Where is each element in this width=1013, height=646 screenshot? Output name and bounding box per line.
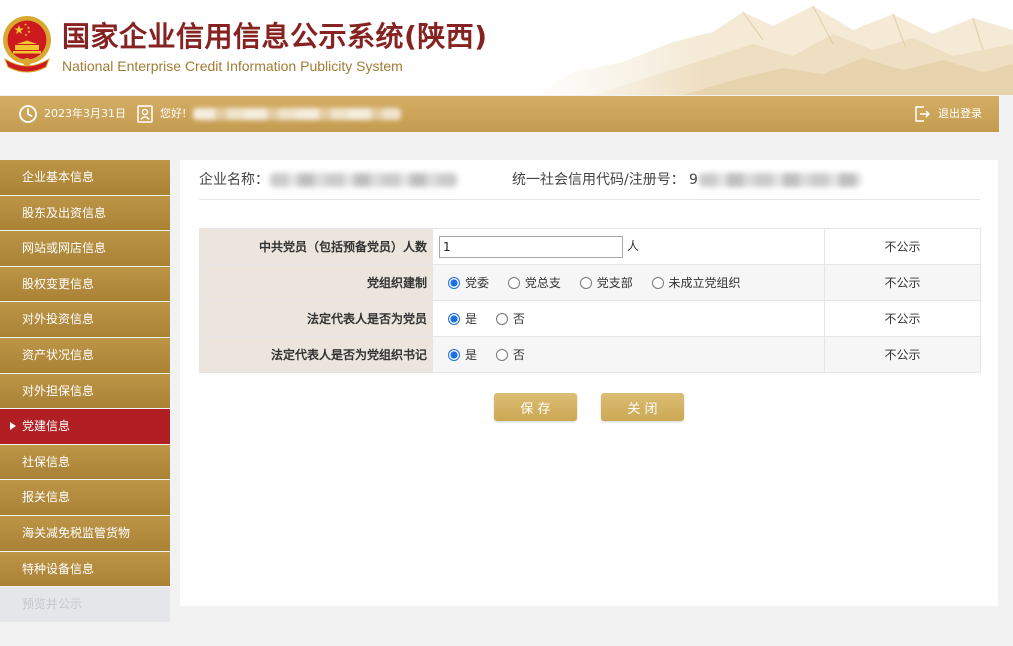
form-row-rep-is-member: 法定代表人是否为党员 是 否 不公示 — [199, 300, 981, 337]
close-button[interactable]: 关 闭 — [601, 393, 684, 421]
unit-label: 人 — [627, 239, 640, 253]
header-mountain-decoration — [533, 0, 1013, 95]
site-title: 国家企业信用信息公示系统(陕西) — [62, 20, 488, 53]
option-yes[interactable]: 是 — [448, 346, 477, 363]
sidebar-item-label: 社保信息 — [22, 454, 71, 469]
sidebar-item-assets[interactable]: 资产状况信息 — [0, 337, 170, 373]
field-value: 人 — [432, 228, 825, 265]
greeting-text: 您好! — [160, 107, 187, 120]
form-row-party-organization: 党组织建制 党委 党总支 党支部 未成立党组织 不公示 — [199, 264, 981, 301]
redacted-credit-code — [699, 173, 861, 187]
sidebar-item-preview-publish: 预览并公示 — [0, 587, 170, 622]
user-icon — [137, 105, 153, 123]
option-label: 是 — [465, 348, 478, 362]
sidebar-item-label: 网站或网店信息 — [22, 241, 107, 256]
field-label: 中共党员（包括预备党员）人数 — [199, 228, 433, 265]
site-subtitle: National Enterprise Credit Information P… — [62, 58, 403, 74]
logout-link[interactable]: 退出登录 — [913, 96, 993, 132]
sidebar-item-label: 特种设备信息 — [22, 561, 95, 576]
option-label: 党总支 — [524, 276, 561, 290]
sidebar-item-basic-info[interactable]: 企业基本信息 — [0, 160, 170, 195]
sidebar-item-customs[interactable]: 报关信息 — [0, 480, 170, 515]
field-label: 法定代表人是否为党员 — [199, 300, 433, 337]
sidebar-item-label: 对外投资信息 — [22, 312, 95, 327]
rep-member-options: 是 否 — [432, 300, 825, 337]
radio-no[interactable] — [495, 349, 508, 361]
option-no[interactable]: 否 — [495, 310, 525, 327]
publicity-status: 不公示 — [824, 300, 981, 337]
radio-party-committee[interactable] — [448, 277, 460, 289]
sidebar-item-social-security[interactable]: 社保信息 — [0, 444, 170, 480]
party-building-form: 中共党员（包括预备党员）人数 人 不公示 党组织建制 党委 党总支 党支部 未成… — [199, 228, 981, 373]
option-label: 党支部 — [596, 276, 633, 290]
option-yes[interactable]: 是 — [448, 310, 477, 327]
credit-code-prefix: 9 — [689, 172, 698, 188]
sidebar-item-investment[interactable]: 对外投资信息 — [0, 302, 170, 337]
radio-no-organization[interactable] — [651, 277, 664, 289]
sidebar-item-shareholders[interactable]: 股东及出资信息 — [0, 195, 170, 231]
site-header: 国家企业信用信息公示系统(陕西) National Enterprise Cre… — [0, 0, 1013, 95]
company-name-label: 企业名称： — [199, 172, 269, 188]
sidebar-item-label: 股东及出资信息 — [22, 205, 107, 220]
redacted-user-name — [193, 108, 401, 120]
option-label: 未成立党组织 — [668, 276, 741, 290]
sidebar-item-special-equipment[interactable]: 特种设备信息 — [0, 551, 170, 587]
sidebar-item-label: 对外担保信息 — [22, 383, 95, 398]
sidebar-item-party-building[interactable]: 党建信息 — [0, 409, 170, 444]
option-branch[interactable]: 党支部 — [579, 274, 633, 291]
option-label: 否 — [512, 312, 525, 326]
option-general-branch[interactable]: 党总支 — [507, 274, 561, 291]
publicity-status: 不公示 — [824, 228, 981, 265]
option-no-organization[interactable]: 未成立党组织 — [651, 274, 741, 291]
publicity-status: 不公示 — [824, 264, 981, 301]
sidebar-item-guarantee[interactable]: 对外担保信息 — [0, 373, 170, 409]
sidebar-item-equity-change[interactable]: 股权变更信息 — [0, 266, 170, 302]
save-button[interactable]: 保 存 — [494, 393, 577, 421]
sidebar-item-customs-duty-free[interactable]: 海关减免税监管货物 — [0, 515, 170, 551]
option-label: 否 — [512, 348, 525, 362]
publicity-status: 不公示 — [824, 336, 981, 373]
radio-branch[interactable] — [579, 277, 592, 289]
sidebar-item-label: 企业基本信息 — [22, 170, 95, 184]
option-party-committee[interactable]: 党委 — [448, 274, 489, 291]
sidebar-nav: 企业基本信息 股东及出资信息 网站或网店信息 股权变更信息 对外投资信息 资产状… — [0, 160, 170, 623]
current-date: 2023年3月31日 — [44, 107, 126, 120]
national-emblem-icon — [3, 16, 51, 73]
party-org-options: 党委 党总支 党支部 未成立党组织 — [432, 264, 825, 301]
credit-code-label: 统一社会信用代码/注册号： — [512, 172, 685, 188]
rep-secretary-options: 是 否 — [432, 336, 825, 373]
field-label: 法定代表人是否为党组织书记 — [199, 336, 433, 373]
option-label: 是 — [465, 312, 478, 326]
redacted-company-name — [270, 173, 458, 187]
radio-general-branch[interactable] — [507, 277, 520, 289]
info-divider — [199, 199, 980, 200]
form-row-party-member-count: 中共党员（包括预备党员）人数 人 不公示 — [199, 228, 981, 265]
sidebar-item-label: 资产状况信息 — [22, 347, 95, 362]
sidebar-item-websites[interactable]: 网站或网店信息 — [0, 231, 170, 266]
logout-icon — [915, 106, 930, 122]
sidebar-item-label: 海关减免税监管货物 — [22, 525, 131, 540]
top-bar: 2023年3月31日 您好! 退出登录 — [0, 96, 999, 132]
option-label: 党委 — [465, 276, 490, 290]
form-row-rep-is-secretary: 法定代表人是否为党组织书记 是 否 不公示 — [199, 336, 981, 373]
logout-label: 退出登录 — [938, 107, 982, 120]
active-indicator-icon — [10, 422, 16, 431]
sidebar-item-label: 预览并公示 — [22, 597, 83, 612]
radio-yes[interactable] — [448, 313, 460, 325]
main-panel: 企业名称： 统一社会信用代码/注册号： 9 中共党员（包括预备党员）人数 人 不… — [180, 160, 998, 606]
radio-yes[interactable] — [448, 349, 460, 361]
field-label: 党组织建制 — [199, 264, 433, 301]
option-no[interactable]: 否 — [495, 346, 525, 363]
sidebar-item-label: 股权变更信息 — [22, 276, 95, 291]
clock-icon — [19, 105, 37, 123]
sidebar-item-label: 报关信息 — [22, 490, 71, 505]
radio-no[interactable] — [495, 313, 508, 325]
party-member-count-input[interactable] — [439, 235, 623, 258]
sidebar-item-label: 党建信息 — [22, 419, 71, 434]
